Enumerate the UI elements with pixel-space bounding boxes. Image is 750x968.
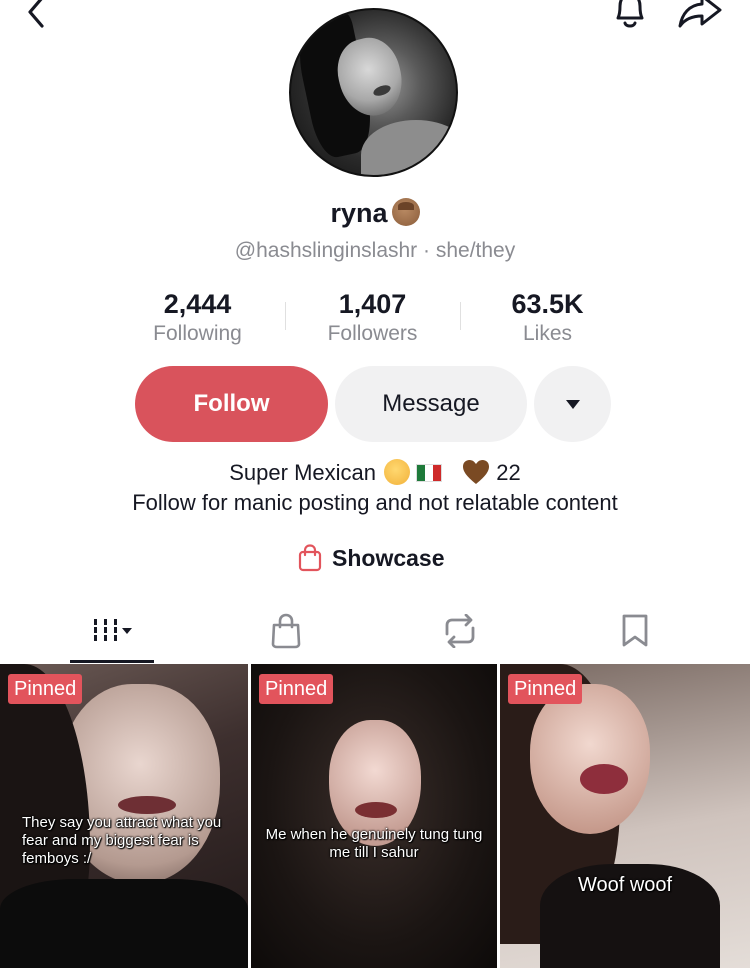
showcase-label: Showcase — [332, 544, 445, 571]
stat-followers[interactable]: 1,407 Followers — [285, 288, 460, 348]
confounded-face-emoji-icon — [384, 459, 411, 485]
video-caption: Woof woof — [577, 874, 673, 896]
video-caption: They say you attract what you fear and m… — [22, 814, 222, 867]
tab-videos[interactable] — [70, 600, 154, 663]
back-arrow-icon[interactable] — [20, 0, 52, 30]
face-emoji-icon — [391, 198, 420, 226]
mexico-flag-emoji-icon — [416, 464, 443, 482]
bio-age: 22 — [496, 460, 521, 485]
repost-icon — [445, 614, 475, 648]
bell-icon[interactable] — [608, 0, 652, 32]
brown-heart-emoji-icon — [463, 460, 490, 484]
stat-following[interactable]: 2,444 Following — [110, 288, 285, 348]
stat-label: Following — [153, 322, 242, 345]
thumbnail-shirt — [0, 879, 248, 968]
display-name-row: ryna — [0, 198, 750, 229]
bio-line-2: Follow for manic posting and not relatab… — [132, 490, 618, 515]
shopping-bag-icon — [298, 544, 322, 572]
share-arrow-icon[interactable] — [676, 0, 724, 32]
thumbnail-lips — [355, 802, 397, 818]
stat-value: 1,407 — [338, 289, 407, 319]
tab-shop[interactable] — [256, 600, 316, 662]
thumbnail-lips — [118, 796, 176, 814]
caret-down-icon — [565, 399, 580, 409]
video-caption: Me when he genuinely tung tung me till I… — [265, 826, 483, 861]
grid-bars-icon — [94, 619, 132, 641]
stat-value: 2,444 — [163, 289, 232, 319]
pinned-badge: Pinned — [8, 674, 83, 704]
thumbnail-face — [530, 684, 650, 834]
video-thumbnail[interactable]: Pinned Me when he genuinely tung tung me… — [251, 664, 497, 968]
pinned-badge: Pinned — [259, 674, 334, 704]
handle-pronouns: @hashslinginslashr · she/they — [234, 239, 516, 262]
display-name: ryna — [330, 198, 388, 228]
video-grid: Pinned They say you attract what you fea… — [0, 664, 750, 968]
tab-reposts[interactable] — [430, 600, 490, 662]
bio-line-1: Super Mexican 22 — [0, 458, 750, 488]
stat-label: Likes — [522, 322, 573, 345]
thumbnail-lips — [580, 764, 628, 794]
bookmark-icon — [622, 614, 648, 647]
stats-row: 2,444 Following 1,407 Followers 63.5K Li… — [110, 288, 635, 348]
stat-value: 63.5K — [511, 289, 584, 319]
pinned-badge: Pinned — [508, 674, 583, 704]
shopping-bag-outline-icon — [271, 613, 301, 649]
message-button[interactable]: Message — [335, 366, 527, 442]
stat-label: Followers — [327, 322, 418, 345]
content-tabs — [0, 600, 750, 664]
showcase-link[interactable]: Showcase — [298, 543, 445, 573]
video-thumbnail[interactable]: Pinned Woof woof — [500, 664, 750, 968]
follow-button[interactable]: Follow — [135, 366, 328, 442]
avatar[interactable] — [289, 8, 458, 177]
video-thumbnail[interactable]: Pinned They say you attract what you fea… — [0, 664, 248, 968]
tab-saved[interactable] — [605, 600, 665, 662]
bio-text: Super Mexican — [229, 460, 376, 485]
stat-likes[interactable]: 63.5K Likes — [460, 288, 635, 348]
more-options-button[interactable] — [534, 366, 611, 442]
avatar-shoulder — [361, 120, 456, 175]
